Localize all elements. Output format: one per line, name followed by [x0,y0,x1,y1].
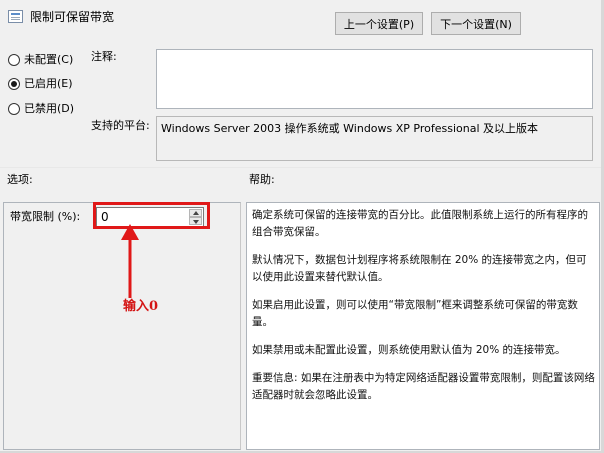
options-header: 选项: [7,173,33,186]
help-paragraph: 确定系统可保留的连接带宽的百分比。此值限制系统上运行的所有程序的组合带宽保留。 [252,209,588,238]
divider [0,167,604,168]
comment-field[interactable] [156,49,593,109]
radio-label: 已禁用(D) [24,102,75,115]
radio-disabled[interactable]: 已禁用(D) [8,101,74,117]
help-paragraph: 重要信息: 如果在注册表中为特定网络适配器设置带宽限制，则配置该网络适配器时就会… [252,372,595,401]
radio-button[interactable] [8,103,20,115]
radio-label: 未配置(C) [24,53,74,66]
help-paragraph: 默认情况下，数据包计划程序将系统限制在 20% 的连接带宽之内，但可以使用此设置… [252,254,587,283]
window-title: 限制可保留带宽 [30,10,115,24]
help-pane: 确定系统可保留的连接带宽的百分比。此值限制系统上运行的所有程序的组合带宽保留。 … [246,202,600,450]
platform-field: Windows Server 2003 操作系统或 Windows XP Pro… [156,116,593,161]
policy-icon [8,10,23,23]
platform-label: 支持的平台: [91,119,150,132]
help-header: 帮助: [249,173,275,186]
annotation-text: 输入0 [123,299,159,314]
radio-button-checked[interactable] [8,78,20,90]
radio-label: 已启用(E) [24,77,73,90]
radio-enabled[interactable]: 已启用(E) [8,76,73,92]
next-setting-button[interactable]: 下一个设置(N) [431,12,521,35]
annotation-arrow-icon [121,224,139,298]
radio-button[interactable] [8,54,20,66]
help-paragraph: 如果禁用或未配置此设置，则系统使用默认值为 20% 的连接带宽。 [252,344,566,356]
previous-setting-button[interactable]: 上一个设置(P) [335,12,423,35]
radio-not-configured[interactable]: 未配置(C) [8,52,73,68]
help-paragraph: 如果启用此设置，则可以使用“带宽限制”框来调整系统可保留的带宽数量。 [252,299,578,328]
comment-label: 注释: [91,50,117,63]
bandwidth-limit-label: 带宽限制 (%): [10,210,81,223]
